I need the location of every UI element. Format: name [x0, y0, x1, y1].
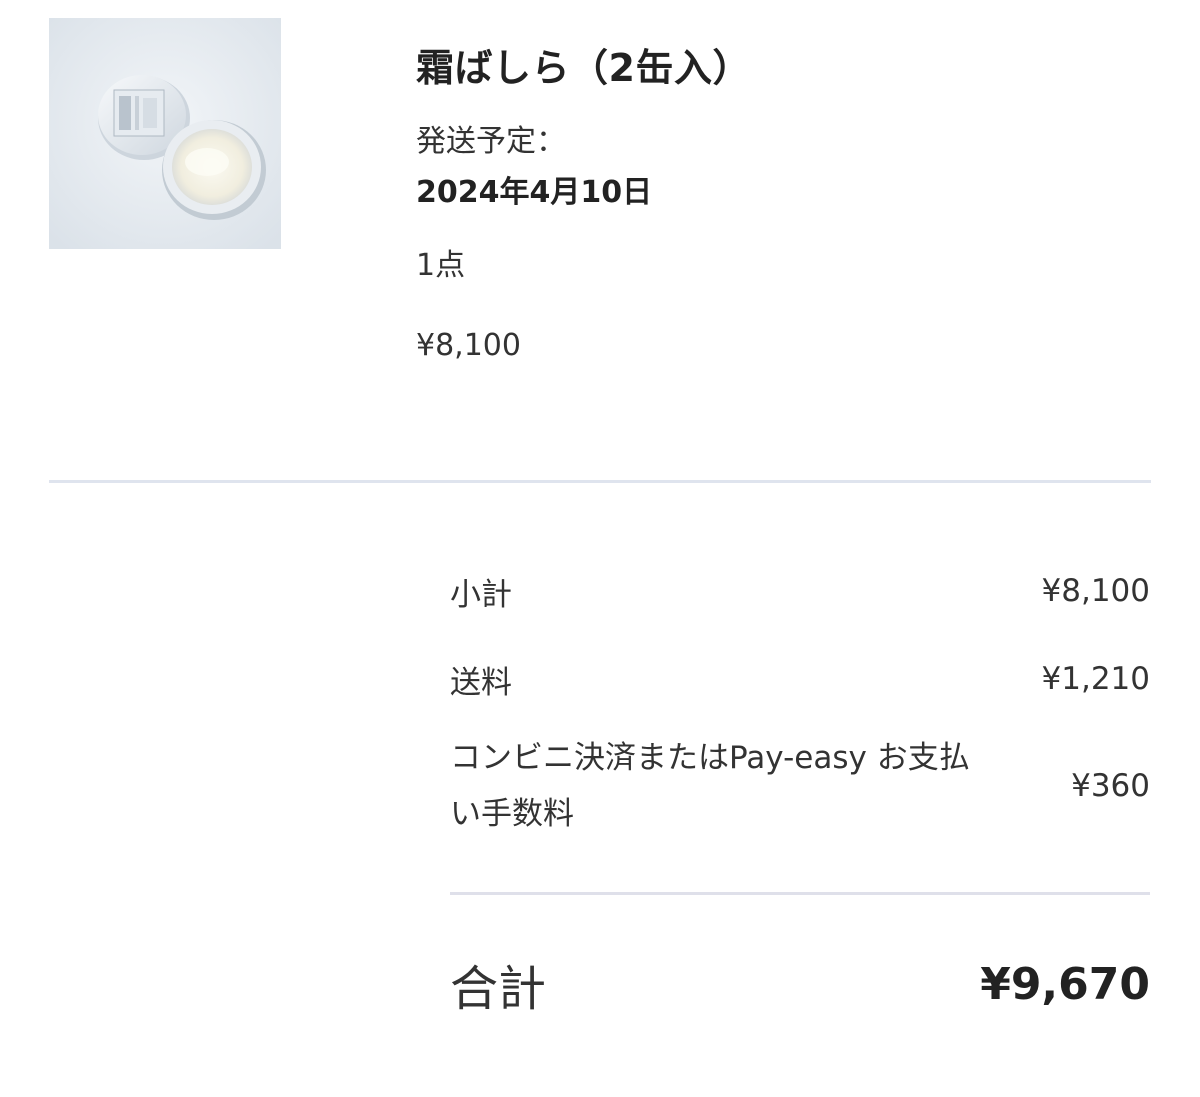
- total-label: 合計: [450, 961, 547, 1017]
- subtotal-row: 小計 ¥8,100: [450, 560, 1150, 622]
- product-can-illustration: [49, 18, 281, 249]
- shipping-label: 送料: [450, 664, 512, 701]
- product-title[interactable]: 霜ばしら（2缶入）: [416, 40, 1156, 96]
- payment-fee-value: ¥360: [1071, 768, 1150, 804]
- order-summary: 小計 ¥8,100 送料 ¥1,210 コンビニ決済またはPay-easy お支…: [450, 560, 1150, 1027]
- total-row: 合計 ¥9,670: [450, 941, 1150, 1027]
- section-divider: [49, 480, 1151, 483]
- product-image[interactable]: [49, 18, 281, 249]
- ship-schedule-label: 発送予定：: [416, 124, 566, 159]
- subtotal-label: 小計: [450, 576, 512, 613]
- product-price: ¥8,100: [416, 328, 521, 363]
- total-value: ¥9,670: [980, 958, 1150, 1010]
- shipping-row: 送料 ¥1,210: [450, 648, 1150, 710]
- ship-date: 2024年4月10日: [416, 175, 653, 210]
- total-divider: [450, 892, 1150, 895]
- product-info: 霜ばしら（2缶入） 発送予定： 2024年4月10日 1点 ¥8,100: [416, 40, 1156, 366]
- product-quantity: 1点: [416, 248, 466, 283]
- payment-fee-label: コンビニ決済またはPay-easy お支払い手数料: [450, 740, 970, 832]
- payment-fee-row: コンビニ決済またはPay-easy お支払い手数料 ¥360: [450, 730, 1150, 842]
- shipping-value: ¥1,210: [1041, 661, 1150, 697]
- subtotal-value: ¥8,100: [1041, 573, 1150, 609]
